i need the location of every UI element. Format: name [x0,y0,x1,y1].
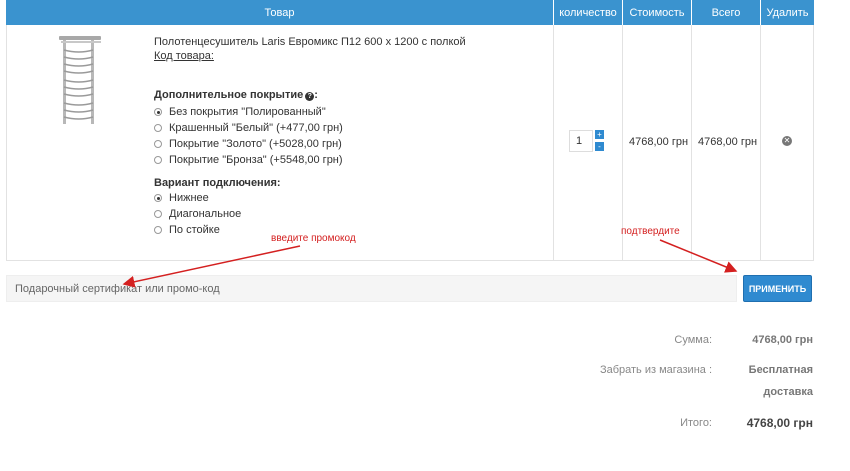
radio-connection-bottom[interactable]: Нижнее [154,191,209,205]
radio-coating-gold[interactable]: Покрытие "Золото" (+5028,00 грн) [154,137,342,151]
option-coating-title: Дополнительное покрытие?: [154,89,318,101]
column-divider [760,25,761,261]
table-border [6,260,814,261]
total-value: 4768,00 грн [746,416,813,430]
header-total: Всего [692,0,760,25]
radio-button[interactable] [154,124,162,132]
product-title-link[interactable]: Полотенцесушитель Laris Евромикс П12 600… [154,36,466,48]
radio-label: Без покрытия "Полированный" [169,106,326,118]
radio-button[interactable] [154,194,162,202]
quantity-input[interactable]: 1 [569,130,593,152]
subtotal-label: Сумма: [674,334,712,346]
table-border [6,25,7,261]
radio-connection-diagonal[interactable]: Диагональное [154,207,241,221]
radio-coating-bronze[interactable]: Покрытие "Бронза" (+5548,00 грн) [154,153,343,167]
subtotal-value: 4768,00 грн [752,334,813,346]
remove-circle-icon[interactable]: ✕ [782,136,792,146]
line-total: 4768,00 грн [698,136,758,148]
radio-label: Нижнее [169,192,209,204]
header-product: Товар [6,0,553,25]
annotation-confirm-hint: подтвердите [621,226,680,237]
sku-label: Код товара: [154,50,214,62]
column-divider [691,25,692,261]
shipping-label: Забрать из магазина : [599,364,712,376]
radio-label: Покрытие "Золото" (+5028,00 грн) [169,138,342,150]
shipping-value: Бесплатная [748,364,813,376]
radio-coating-polished[interactable]: Без покрытия "Полированный" [154,105,326,119]
header-price: Стоимость [623,0,691,25]
radio-connection-stand[interactable]: По стойке [154,223,220,237]
radio-coating-white[interactable]: Крашенный "Белый" (+477,00 грн) [154,121,343,135]
question-circle-icon[interactable]: ? [305,92,315,101]
quantity-increase-button[interactable]: + [595,130,604,139]
option-connection-title: Вариант подключения: [154,177,281,189]
product-image[interactable] [55,34,103,126]
header-remove: Удалить [761,0,814,25]
shipping-value-line2: доставка [763,386,813,398]
annotation-promo-hint: введите промокод [271,233,356,244]
annotation-arrows [122,239,738,288]
radio-label: Покрытие "Бронза" (+5548,00 грн) [169,154,343,166]
radio-label: Крашенный "Белый" (+477,00 грн) [169,122,343,134]
radio-label: По стойке [169,224,220,236]
radio-label: Диагональное [169,208,242,220]
column-divider [813,25,814,261]
radio-button[interactable] [154,226,162,234]
apply-promo-button[interactable]: ПРИМЕНИТЬ [743,275,812,302]
option-coating-title-text: Дополнительное покрытие [154,89,304,101]
total-label: Итого: [680,417,712,429]
promo-code-input[interactable]: Подарочный сертификат или промо-код [6,275,737,302]
radio-button[interactable] [154,108,162,116]
radio-button[interactable] [154,210,162,218]
quantity-decrease-button[interactable]: - [595,142,604,151]
radio-button[interactable] [154,156,162,164]
radio-button[interactable] [154,140,162,148]
column-divider [553,25,554,261]
header-quantity: количество [554,0,622,25]
unit-price: 4768,00 грн [629,136,689,148]
